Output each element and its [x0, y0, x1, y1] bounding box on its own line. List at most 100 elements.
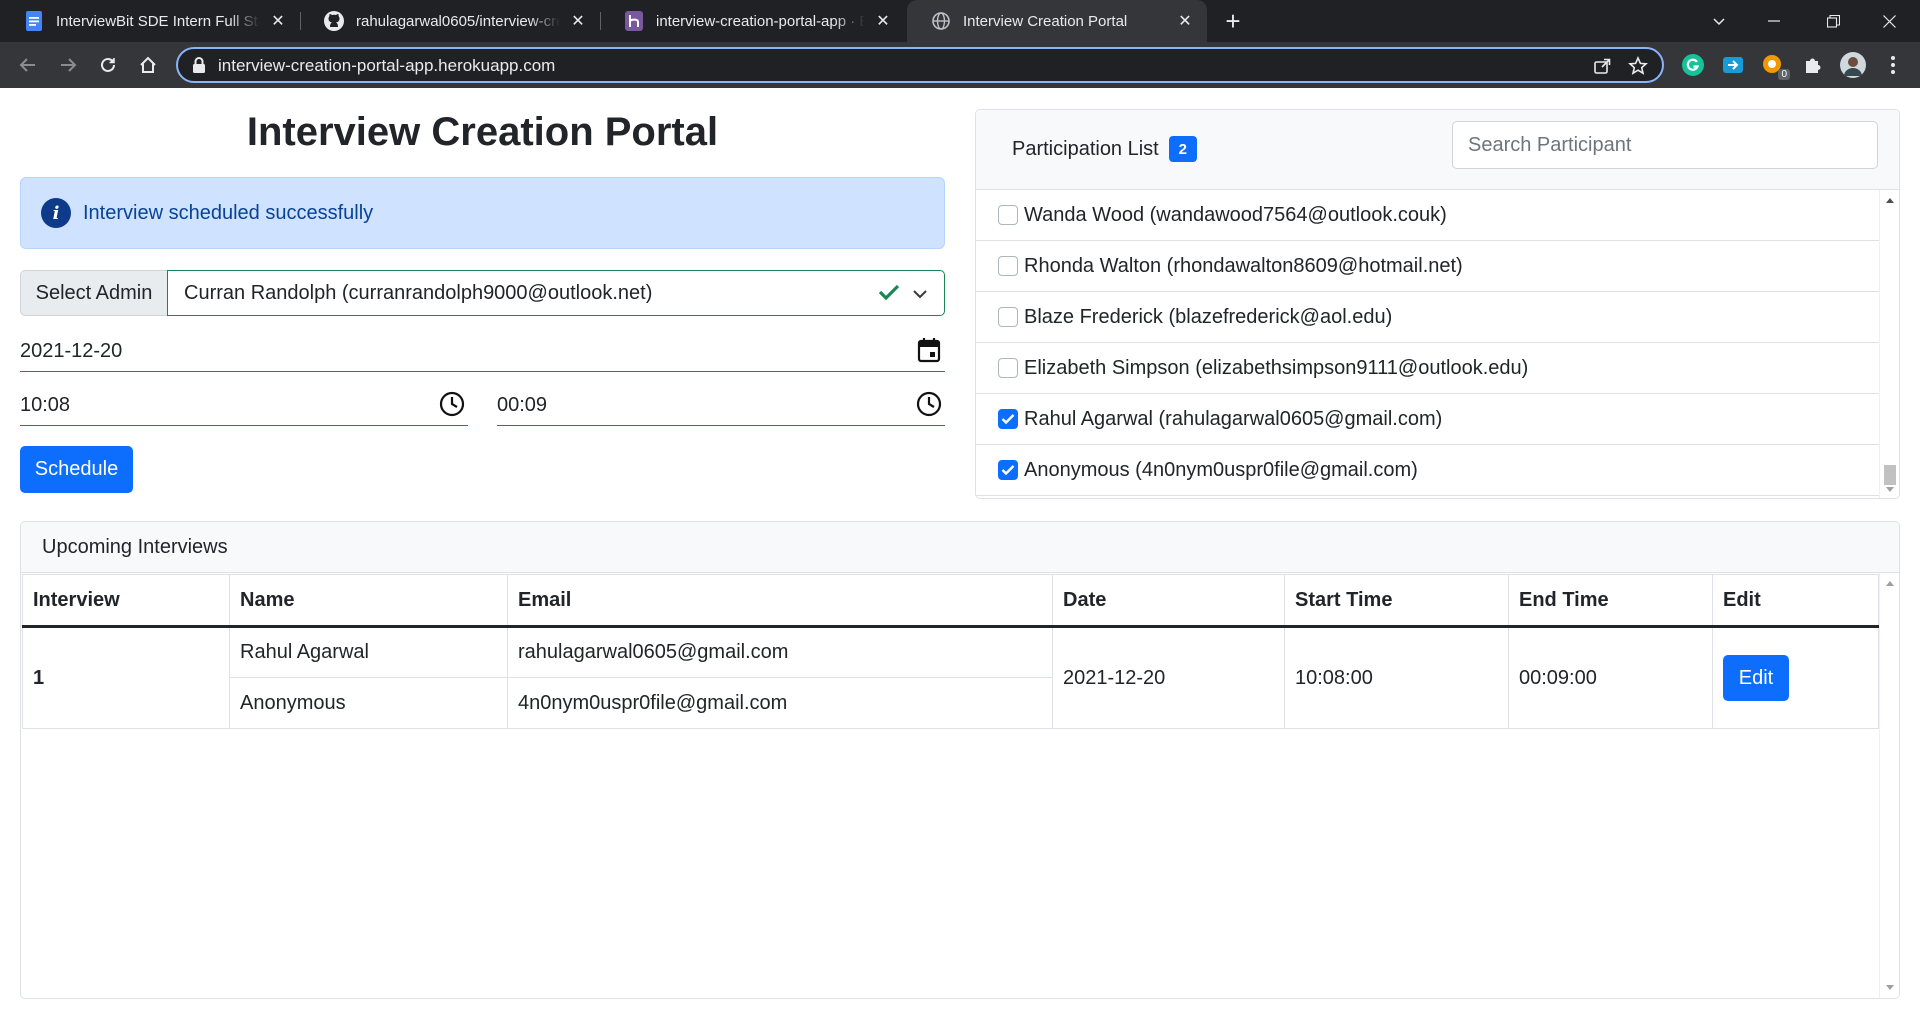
scrollbar-thumb[interactable]	[1884, 465, 1896, 485]
participant-item[interactable]: Rahul Agarwal (rahulagarwal0605@gmail.co…	[976, 394, 1879, 445]
admin-select-value: Curran Randolph (curranrandolph9000@outl…	[184, 281, 653, 304]
start-time-cell: 10:08:00	[1284, 626, 1509, 729]
heroku-icon	[624, 11, 644, 31]
scroll-down-icon[interactable]	[1884, 484, 1896, 496]
checkmark-icon	[878, 283, 900, 307]
browser-toolbar: interview-creation-portal-app.herokuapp.…	[0, 42, 1920, 88]
avatar[interactable]	[1840, 52, 1866, 78]
participant-label: Wanda Wood (wandawood7564@outlook.couk)	[1024, 203, 1447, 226]
puzzle-icon[interactable]	[1800, 52, 1826, 78]
start-time-value: 10:08	[20, 394, 71, 416]
column-header: Name	[229, 574, 508, 628]
participation-title: Participation List 2	[1012, 136, 1197, 162]
grammarly-icon[interactable]	[1680, 52, 1706, 78]
scroll-up-icon[interactable]	[1884, 577, 1896, 589]
participant-item[interactable]: Anonymous (4n0nym0uspr0file@gmail.com)	[976, 445, 1879, 496]
participant-label: Elizabeth Simpson (elizabethsimpson9111@…	[1024, 356, 1529, 379]
back-button[interactable]	[14, 51, 42, 79]
tab-title: Interview Creation Portal	[963, 12, 1128, 30]
reload-icon	[101, 57, 115, 72]
close-icon[interactable]: ✕	[568, 11, 588, 31]
upcoming-scrollbar[interactable]	[1879, 573, 1899, 998]
participant-checkbox-checked[interactable]	[998, 409, 1018, 429]
extension-badge: 0	[1778, 69, 1790, 80]
upcoming-interviews-card: Upcoming Interviews Interview Name Email…	[20, 521, 1900, 999]
column-header: End Time	[1508, 574, 1713, 628]
participant-item[interactable]: Elizabeth Simpson (elizabethsimpson9111@…	[976, 343, 1879, 394]
upcoming-header: Upcoming Interviews	[21, 522, 1899, 573]
tab-search-button[interactable]	[1696, 0, 1742, 42]
close-icon	[1882, 14, 1896, 28]
participant-item[interactable]: Blaze Frederick (blazefrederick@aol.edu)	[976, 292, 1879, 343]
participant-item[interactable]: Rhonda Walton (rhondawalton8609@hotmail.…	[976, 241, 1879, 292]
participation-header: Participation List 2	[976, 110, 1899, 190]
clock-icon[interactable]	[438, 390, 466, 418]
search-participant-input[interactable]	[1452, 121, 1878, 169]
participant-list: Wanda Wood (wandawood7564@outlook.couk) …	[976, 190, 1879, 498]
browser-tab-active[interactable]: Interview Creation Portal ✕	[907, 0, 1207, 42]
interviews-table: Interview Name Email Date Start Time End…	[22, 574, 1879, 729]
close-icon[interactable]: ✕	[1175, 11, 1195, 31]
participant-item[interactable]: Wanda Wood (wandawood7564@outlook.couk)	[976, 190, 1879, 241]
calendar-icon[interactable]	[915, 336, 943, 364]
close-icon[interactable]: ✕	[268, 11, 288, 31]
column-header: Interview	[22, 574, 230, 628]
participant-checkbox[interactable]	[998, 358, 1018, 378]
column-header: Email	[507, 574, 1053, 628]
participant-checkbox-checked[interactable]	[998, 460, 1018, 480]
participant-checkbox[interactable]	[998, 307, 1018, 327]
new-tab-button[interactable]: +	[1219, 6, 1247, 36]
minimize-button[interactable]	[1751, 0, 1797, 42]
end-time-input[interactable]: 00:09	[497, 386, 945, 426]
date-input[interactable]: 2021-12-20	[20, 332, 945, 372]
forward-button[interactable]	[54, 51, 82, 79]
star-icon[interactable]	[1628, 56, 1648, 76]
share-icon[interactable]	[1592, 56, 1612, 76]
info-icon: i	[41, 198, 71, 228]
extension-badge-icon[interactable]: 0	[1760, 52, 1790, 80]
column-header: Date	[1052, 574, 1285, 628]
github-icon	[324, 11, 344, 31]
tab-title: interview-creation-portal-app · Builds	[656, 12, 865, 30]
participant-label: Blaze Frederick (blazefrederick@aol.edu)	[1024, 305, 1393, 328]
participant-checkbox[interactable]	[998, 256, 1018, 276]
alert-text: Interview scheduled successfully	[83, 201, 374, 224]
browser-tab[interactable]: rahulagarwal0605/interview-creation-port…	[300, 0, 600, 42]
admin-select[interactable]: Curran Randolph (curranrandolph9000@outl…	[167, 270, 945, 316]
globe-icon	[931, 11, 951, 31]
address-bar[interactable]: interview-creation-portal-app.herokuapp.…	[176, 47, 1664, 83]
browser-tab[interactable]: interview-creation-portal-app · Builds ✕	[600, 0, 905, 42]
clock-icon[interactable]	[915, 390, 943, 418]
table-row: 1 Rahul Agarwal rahulagarwal0605@gmail.c…	[22, 626, 1879, 729]
participant-name-cell: Anonymous	[229, 677, 508, 729]
column-header: Edit	[1712, 574, 1879, 628]
participation-card: Participation List 2 Wanda Wood (wandawo…	[975, 109, 1900, 499]
close-window-button[interactable]	[1866, 0, 1912, 42]
scroll-down-icon[interactable]	[1884, 982, 1896, 994]
chevron-down-icon	[1713, 18, 1725, 26]
more-menu-icon[interactable]	[1880, 52, 1906, 78]
reload-button[interactable]	[94, 51, 122, 79]
participant-label: Rahul Agarwal (rahulagarwal0605@gmail.co…	[1024, 407, 1443, 430]
date-cell: 2021-12-20	[1052, 626, 1285, 729]
edit-cell: Edit	[1712, 626, 1879, 729]
participant-checkbox[interactable]	[998, 205, 1018, 225]
schedule-button[interactable]: Schedule	[20, 446, 133, 493]
browser-tab[interactable]: InterviewBit SDE Intern Full Stack Assig…	[0, 0, 300, 42]
participant-label: Rhonda Walton (rhondawalton8609@hotmail.…	[1024, 254, 1463, 277]
participant-scrollbar[interactable]	[1879, 190, 1899, 498]
home-button[interactable]	[134, 51, 162, 79]
start-time-input[interactable]: 10:08	[20, 386, 468, 426]
scroll-up-icon[interactable]	[1884, 194, 1896, 206]
participation-title-text: Participation List	[1012, 137, 1159, 160]
page-title: Interview Creation Portal	[246, 110, 719, 154]
extension-icon[interactable]	[1720, 52, 1746, 78]
restore-button[interactable]	[1810, 0, 1856, 42]
lock-icon[interactable]	[192, 57, 206, 78]
page-content: Interview Creation Portal i Interview sc…	[0, 88, 1920, 1030]
close-icon[interactable]: ✕	[873, 11, 893, 31]
arrow-right-icon	[61, 58, 77, 72]
upcoming-title: Upcoming Interviews	[42, 536, 228, 558]
check-icon	[1001, 465, 1015, 476]
edit-button[interactable]: Edit	[1723, 655, 1789, 701]
